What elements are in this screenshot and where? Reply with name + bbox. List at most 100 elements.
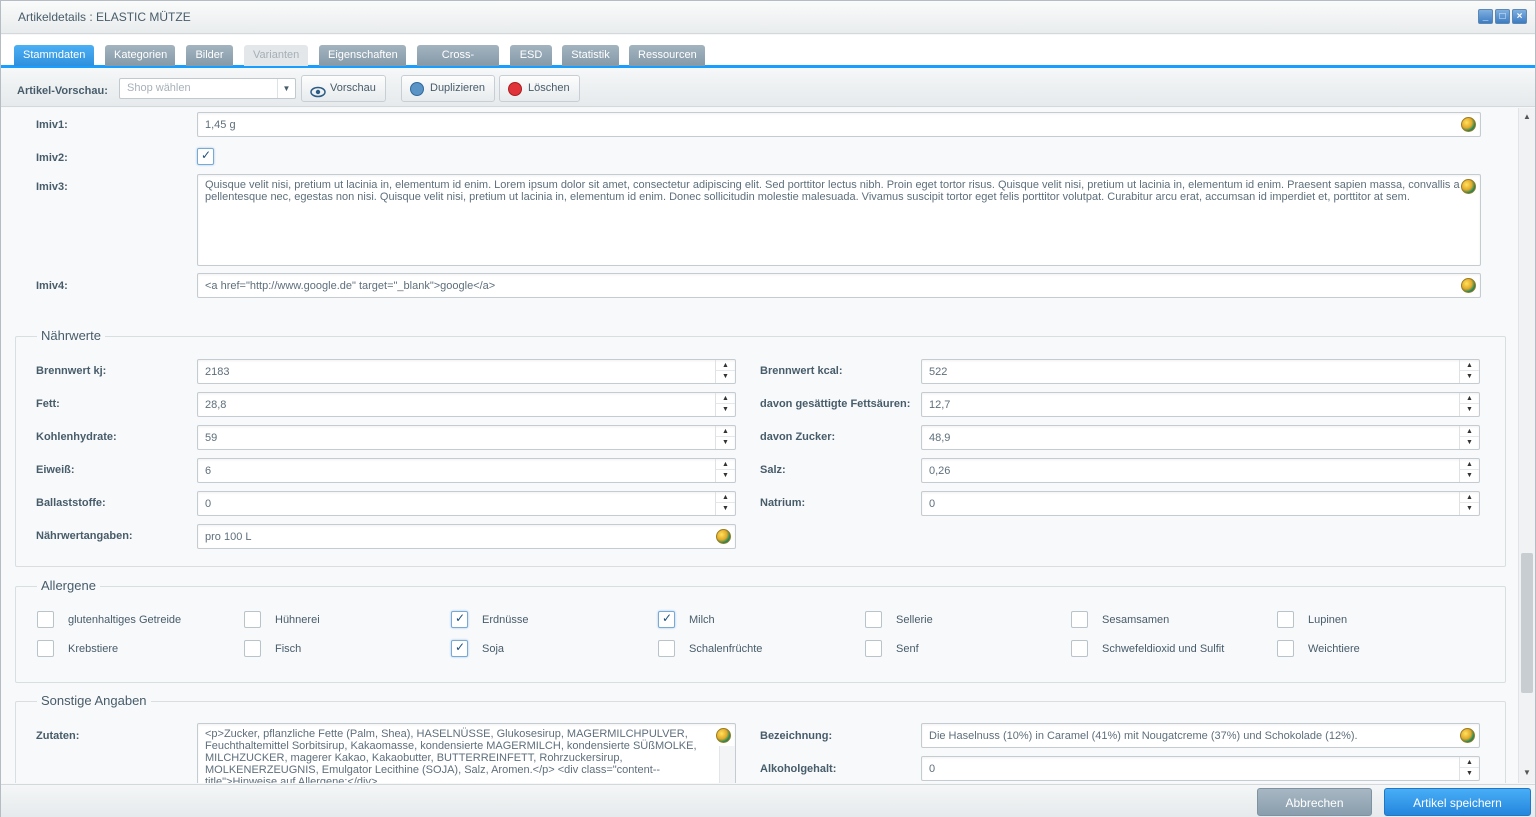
spin-down-icon[interactable]: ▼	[1460, 371, 1479, 382]
scroll-thumb[interactable]	[1521, 553, 1533, 693]
fett-input[interactable]: 28,8 ▲ ▼	[197, 392, 736, 417]
spin-up-icon[interactable]: ▲	[1460, 360, 1479, 371]
spin-down-icon[interactable]: ▼	[1460, 470, 1479, 481]
preview-button-label: Vorschau	[330, 82, 376, 94]
allergen-checkbox-fisch[interactable]	[244, 640, 261, 657]
tab-stammdaten[interactable]: Stammdaten	[14, 45, 94, 66]
tab-eigenschaften[interactable]: Eigenschaften	[319, 45, 406, 66]
chevron-down-icon[interactable]: ▼	[277, 79, 295, 98]
salz-input[interactable]: 0,26 ▲ ▼	[921, 458, 1480, 483]
imiv2-checkbox[interactable]: ✓	[197, 148, 214, 165]
allergen-checkbox-lupinen[interactable]	[1277, 611, 1294, 628]
allergen-checkbox-sellerie[interactable]	[865, 611, 882, 628]
naehrwertangaben-input[interactable]: pro 100 L	[197, 524, 736, 549]
zutaten-textarea[interactable]: <p>Zucker, pflanzliche Fette (Palm, Shea…	[197, 723, 736, 783]
eiweiss-input[interactable]: 6 ▲ ▼	[197, 458, 736, 483]
zutaten-scrollbar[interactable]	[719, 746, 735, 783]
close-icon[interactable]: ×	[1512, 9, 1527, 24]
spin-up-icon[interactable]: ▲	[716, 426, 735, 437]
globe-icon[interactable]	[1460, 728, 1475, 743]
fettsaeuren-input[interactable]: 12,7 ▲ ▼	[921, 392, 1480, 417]
scroll-up-icon[interactable]: ▲	[1523, 112, 1531, 121]
allergen-checkbox-huehnerei[interactable]	[244, 611, 261, 628]
globe-icon[interactable]	[1461, 278, 1476, 293]
number-stepper[interactable]: ▲ ▼	[1459, 757, 1479, 780]
spin-down-icon[interactable]: ▼	[1460, 503, 1479, 514]
duplicate-button[interactable]: Duplizieren	[401, 75, 496, 102]
cancel-button[interactable]: Abbrechen	[1257, 788, 1372, 816]
shop-select[interactable]: Shop wählen ▼	[119, 78, 296, 99]
number-stepper[interactable]: ▲ ▼	[715, 360, 735, 383]
spin-down-icon[interactable]: ▼	[716, 503, 735, 514]
spin-up-icon[interactable]: ▲	[1460, 393, 1479, 404]
allergen-checkbox-senf[interactable]	[865, 640, 882, 657]
number-stepper[interactable]: ▲ ▼	[1459, 393, 1479, 416]
save-button[interactable]: Artikel speichern	[1384, 788, 1531, 816]
main-scrollbar[interactable]: ▲ ▼	[1518, 108, 1535, 783]
imiv1-input[interactable]: 1,45 g	[197, 112, 1481, 137]
spin-up-icon[interactable]: ▲	[716, 393, 735, 404]
tab-ressourcen[interactable]: Ressourcen	[629, 45, 705, 66]
tab-statistik[interactable]: Statistik	[562, 45, 619, 66]
kohlenhydrate-input[interactable]: 59 ▲ ▼	[197, 425, 736, 450]
globe-icon[interactable]	[1461, 179, 1476, 194]
imiv4-input[interactable]: <a href="http://www.google.de" target="_…	[197, 273, 1481, 298]
spin-down-icon[interactable]: ▼	[716, 470, 735, 481]
tab-bilder[interactable]: Bilder	[186, 45, 233, 66]
checkmark-icon: ✓	[455, 640, 466, 654]
spin-up-icon[interactable]: ▲	[1460, 426, 1479, 437]
spin-up-icon[interactable]: ▲	[1460, 492, 1479, 503]
allergen-checkbox-schalenfruechte[interactable]	[658, 640, 675, 657]
spin-up-icon[interactable]: ▲	[716, 492, 735, 503]
allergen-checkbox-glutenhaltiges-getreide[interactable]	[37, 611, 54, 628]
number-stepper[interactable]: ▲ ▼	[1459, 492, 1479, 515]
maximize-icon[interactable]: □	[1495, 9, 1510, 24]
spin-up-icon[interactable]: ▲	[716, 360, 735, 371]
zucker-input[interactable]: 48,9 ▲ ▼	[921, 425, 1480, 450]
brennwert-kcal-input[interactable]: 522 ▲ ▼	[921, 359, 1480, 384]
delete-button[interactable]: Löschen	[499, 75, 580, 102]
spin-up-icon[interactable]: ▲	[716, 459, 735, 470]
scroll-down-icon[interactable]: ▼	[1523, 768, 1531, 777]
bezeichnung-input[interactable]: Die Haselnuss (10%) in Caramel (41%) mit…	[921, 723, 1480, 748]
allergen-checkbox-milch[interactable]: ✓	[658, 611, 675, 628]
allergen-checkbox-schwefeldioxid[interactable]	[1071, 640, 1088, 657]
number-stepper[interactable]: ▲ ▼	[715, 393, 735, 416]
allergen-checkbox-krebstiere[interactable]	[37, 640, 54, 657]
spin-up-icon[interactable]: ▲	[1460, 459, 1479, 470]
spin-down-icon[interactable]: ▼	[716, 404, 735, 415]
natrium-label: Natrium:	[760, 497, 806, 509]
number-stepper[interactable]: ▲ ▼	[1459, 426, 1479, 449]
alkohol-input[interactable]: 0 ▲ ▼	[921, 756, 1480, 781]
spin-down-icon[interactable]: ▼	[1460, 768, 1479, 779]
number-stepper[interactable]: ▲ ▼	[1459, 360, 1479, 383]
ballaststoffe-input[interactable]: 0 ▲ ▼	[197, 491, 736, 516]
globe-icon[interactable]	[716, 728, 731, 743]
spin-up-icon[interactable]: ▲	[1460, 757, 1479, 768]
allergen-checkbox-weichtiere[interactable]	[1277, 640, 1294, 657]
natrium-input[interactable]: 0 ▲ ▼	[921, 491, 1480, 516]
number-stepper[interactable]: ▲ ▼	[715, 426, 735, 449]
allergen-checkbox-soja[interactable]: ✓	[451, 640, 468, 657]
preview-button[interactable]: Vorschau	[301, 75, 386, 102]
naehrwertangaben-value: pro 100 L	[205, 531, 252, 543]
brennwert-kj-input[interactable]: 2183 ▲ ▼	[197, 359, 736, 384]
ballaststoffe-label: Ballaststoffe:	[36, 497, 106, 509]
allergen-label: Sellerie	[896, 614, 933, 626]
allergen-checkbox-sesamsamen[interactable]	[1071, 611, 1088, 628]
spin-down-icon[interactable]: ▼	[1460, 437, 1479, 448]
minimize-icon[interactable]: _	[1478, 9, 1493, 24]
tab-kategorien[interactable]: Kategorien	[105, 45, 175, 66]
number-stepper[interactable]: ▲ ▼	[715, 492, 735, 515]
tab-esd[interactable]: ESD	[510, 45, 552, 66]
number-stepper[interactable]: ▲ ▼	[1459, 459, 1479, 482]
globe-icon[interactable]	[716, 529, 731, 544]
spin-down-icon[interactable]: ▼	[716, 437, 735, 448]
number-stepper[interactable]: ▲ ▼	[715, 459, 735, 482]
tab-cross-selling[interactable]: Cross-Selling	[417, 45, 499, 82]
globe-icon[interactable]	[1461, 117, 1476, 132]
allergen-checkbox-erdnuesse[interactable]: ✓	[451, 611, 468, 628]
spin-down-icon[interactable]: ▼	[716, 371, 735, 382]
spin-down-icon[interactable]: ▼	[1460, 404, 1479, 415]
imiv3-textarea[interactable]: Quisque velit nisi, pretium ut lacinia i…	[197, 174, 1481, 266]
